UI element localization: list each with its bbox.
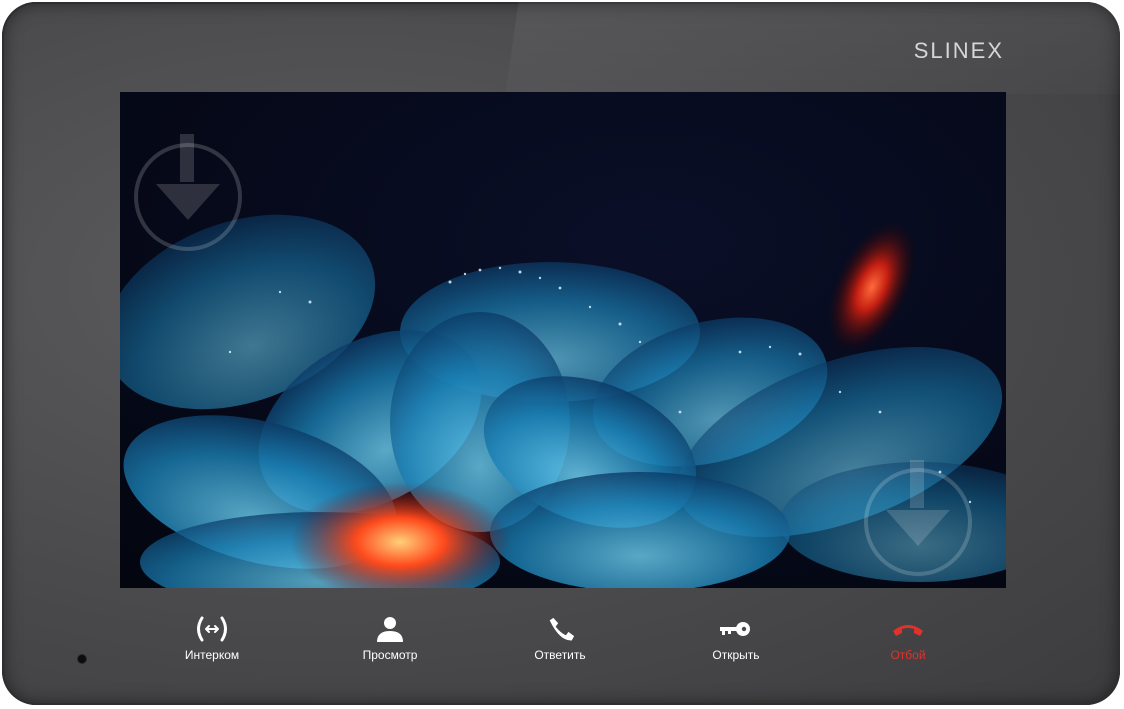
intercom-icon	[197, 616, 227, 642]
monitor-button[interactable]: Просмотр	[330, 614, 450, 662]
brand-logo: SLINEX	[913, 38, 1004, 63]
person-icon	[377, 617, 403, 642]
intercom-label: Интерком	[184, 648, 240, 662]
monitor-label: Просмотр	[362, 648, 418, 662]
answer-label: Ответить	[534, 648, 586, 662]
answer-button[interactable]: Ответить	[500, 614, 620, 662]
key-icon	[720, 622, 750, 636]
hangup-button[interactable]: Отбой	[848, 614, 968, 662]
wallpaper-image	[120, 92, 1006, 588]
display-screen	[120, 92, 1006, 588]
unlock-label: Открыть	[712, 648, 760, 662]
hangup-icon	[893, 625, 923, 636]
hangup-label: Отбой	[890, 648, 926, 662]
intercom-monitor: SLINEX Интерком Просмотр Ответить Открыт…	[2, 2, 1120, 705]
handset-icon	[549, 617, 575, 641]
intercom-button[interactable]: Интерком	[152, 614, 272, 662]
touch-controls: Интерком Просмотр Ответить Открыть Отбой	[2, 614, 1120, 674]
unlock-button[interactable]: Открыть	[676, 614, 796, 662]
microphone-hole	[78, 655, 86, 663]
gloss-highlight	[505, 2, 1120, 94]
